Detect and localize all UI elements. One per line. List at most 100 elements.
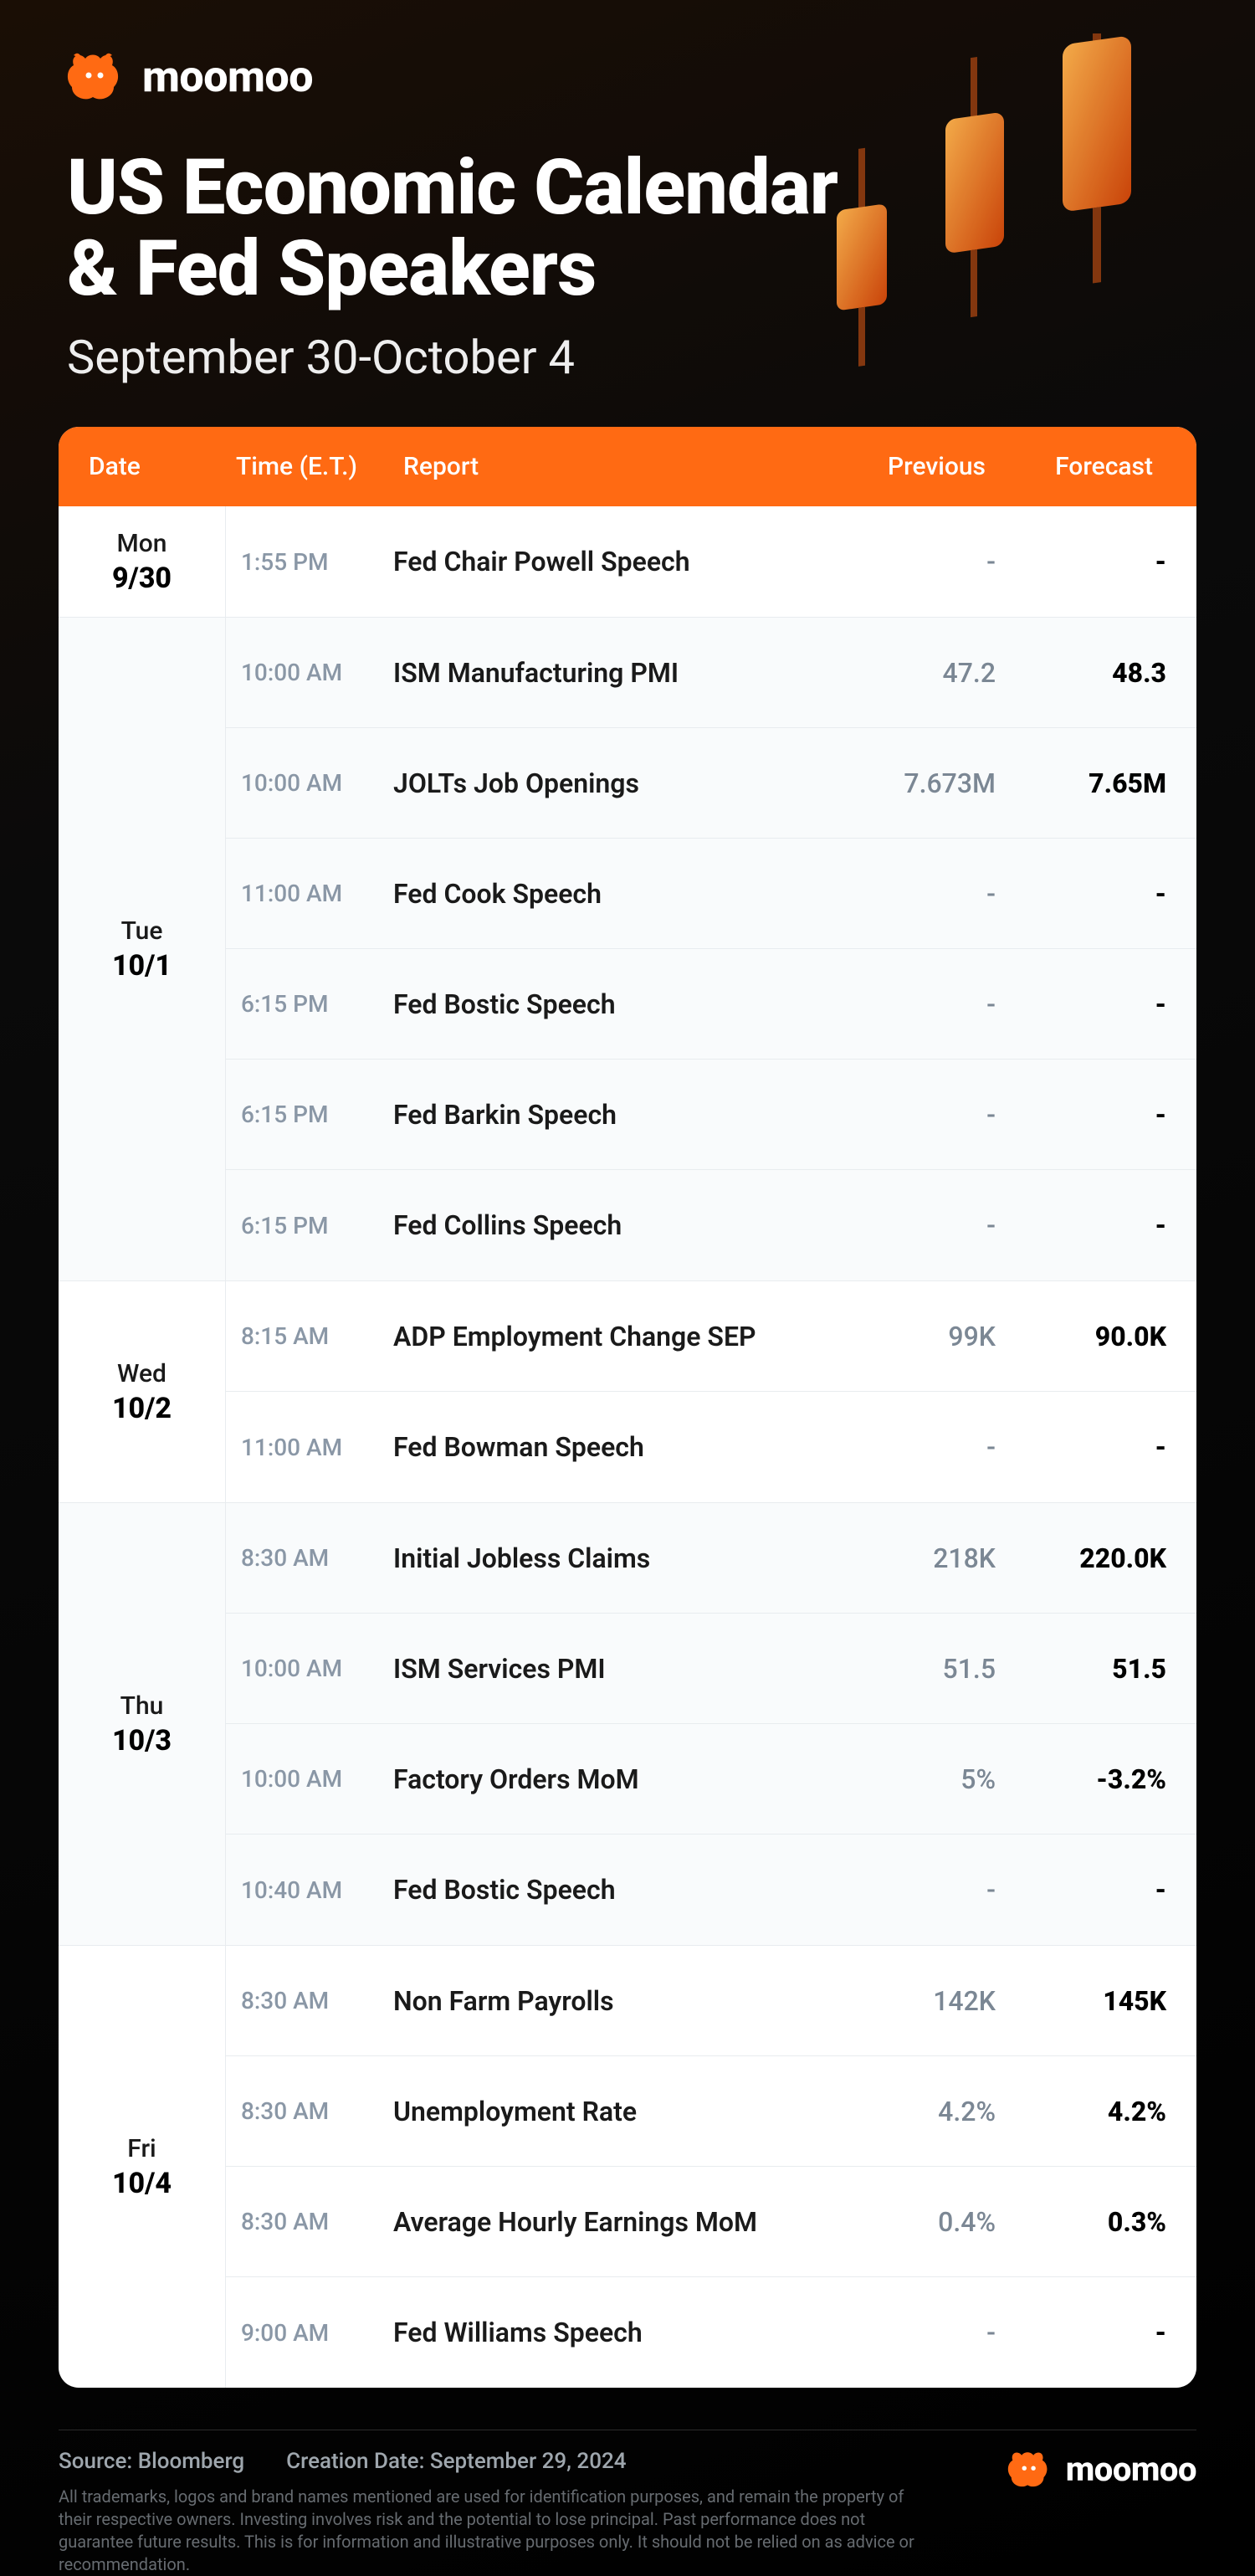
cell-time: 10:00 AM (226, 659, 393, 686)
col-forecast: Forecast (1009, 452, 1176, 481)
cell-forecast: 7.65M (1009, 767, 1176, 799)
cell-previous: 4.2% (842, 2096, 1009, 2127)
table-header: Date Time (E.T.) Report Previous Forecas… (59, 427, 1196, 506)
day-date: 10/1 (112, 949, 172, 983)
cell-time: 6:15 PM (226, 1101, 393, 1128)
day-date: 9/30 (112, 562, 172, 595)
table-row: 1:55 PMFed Chair Powell Speech-- (226, 506, 1196, 617)
day-name: Wed (117, 1359, 166, 1388)
moomoo-icon (1007, 2449, 1054, 2489)
cell-previous: 0.4% (842, 2206, 1009, 2238)
cell-previous: - (842, 878, 1009, 910)
cell-forecast: 0.3% (1009, 2206, 1176, 2238)
date-range: September 30-October 4 (67, 330, 1188, 385)
day-name: Thu (120, 1691, 164, 1721)
day-name: Tue (121, 916, 163, 946)
cell-forecast: - (1009, 1209, 1176, 1241)
day-date: 10/3 (112, 1724, 172, 1758)
cell-forecast: - (1009, 2317, 1176, 2348)
cell-time: 9:00 AM (226, 2319, 393, 2347)
cell-previous: 99K (842, 1321, 1009, 1352)
page-title: US Economic Calendar & Fed Speakers (67, 148, 1188, 310)
col-previous: Previous (842, 452, 1009, 481)
table-row: 8:30 AMAverage Hourly Earnings MoM0.4%0.… (226, 2167, 1196, 2277)
cell-forecast: - (1009, 878, 1176, 910)
table-row: 8:15 AMADP Employment Change SEP99K90.0K (226, 1281, 1196, 1392)
cell-previous: - (842, 1099, 1009, 1131)
date-cell: Thu10/3 (59, 1503, 226, 1945)
cell-time: 10:00 AM (226, 1765, 393, 1793)
cell-previous: - (842, 1431, 1009, 1463)
cell-forecast: - (1009, 546, 1176, 577)
col-report: Report (393, 452, 842, 481)
cell-time: 11:00 AM (226, 1434, 393, 1461)
table-row: 8:30 AMNon Farm Payrolls142K145K (226, 1946, 1196, 2056)
table-row: 10:40 AMFed Bostic Speech-- (226, 1835, 1196, 1945)
cell-report: Fed Bowman Speech (393, 1431, 842, 1463)
disclaimer: All trademarks, logos and brand names me… (59, 2486, 937, 2576)
cell-time: 6:15 PM (226, 1212, 393, 1239)
day-rows: 8:30 AMNon Farm Payrolls142K145K8:30 AMU… (226, 1946, 1196, 2388)
cell-report: ISM Manufacturing PMI (393, 657, 842, 689)
cell-report: JOLTs Job Openings (393, 767, 842, 799)
day-rows: 1:55 PMFed Chair Powell Speech-- (226, 506, 1196, 617)
date-cell: Wed 10/2 (59, 1281, 226, 1502)
cell-previous: 5% (842, 1763, 1009, 1795)
cell-time: 8:30 AM (226, 1987, 393, 2014)
day-group: Fri10/48:30 AMNon Farm Payrolls142K145K8… (59, 1946, 1196, 2388)
cell-forecast: 4.2% (1009, 2096, 1176, 2127)
cell-time: 6:15 PM (226, 990, 393, 1018)
cell-forecast: - (1009, 1099, 1176, 1131)
moomoo-icon (67, 50, 127, 102)
cell-forecast: 145K (1009, 1985, 1176, 2017)
day-group: Mon9/301:55 PMFed Chair Powell Speech-- (59, 506, 1196, 618)
page: moomoo US Economic Calendar & Fed Speake… (0, 0, 1255, 2576)
col-date: Date (59, 452, 226, 481)
brand-name: moomoo (142, 51, 313, 102)
cell-forecast: - (1009, 1874, 1176, 1906)
table-row: 10:00 AMISM Services PMI51.551.5 (226, 1614, 1196, 1724)
cell-previous: 142K (842, 1985, 1009, 2017)
footer: Source: Bloomberg Creation Date: Septemb… (59, 2430, 1196, 2576)
brand-logo: moomoo (67, 50, 1188, 102)
table-row: 11:00 AMFed Bowman Speech-- (226, 1392, 1196, 1502)
cell-previous: - (842, 988, 1009, 1020)
cell-time: 8:30 AM (226, 1544, 393, 1572)
cell-report: Non Farm Payrolls (393, 1985, 842, 2017)
cell-time: 10:00 AM (226, 1655, 393, 1682)
day-date: 10/2 (112, 1392, 172, 1425)
day-name: Fri (127, 2134, 156, 2163)
cell-report: Fed Collins Speech (393, 1209, 842, 1241)
title-line1: US Economic Calendar (67, 143, 838, 233)
cell-report: Fed Cook Speech (393, 878, 842, 910)
cell-report: Factory Orders MoM (393, 1763, 842, 1795)
cell-forecast: 220.0K (1009, 1542, 1176, 1574)
day-group: Wed 10/2 8:15 AMADP Employment Change SEP9… (59, 1281, 1196, 1503)
date-cell: Fri 10/4 (59, 1946, 226, 2388)
cell-report: Average Hourly Earnings MoM (393, 2206, 842, 2238)
cell-previous: - (842, 1209, 1009, 1241)
table-row: 8:30 AMUnemployment Rate4.2%4.2% (226, 2056, 1196, 2167)
cell-time: 10:40 AM (226, 1876, 393, 1904)
cell-previous: 7.673M (842, 767, 1009, 799)
table-row: 10:00 AMFactory Orders MoM5%-3.2% (226, 1724, 1196, 1835)
cell-report: Fed Barkin Speech (393, 1099, 842, 1131)
cell-time: 8:30 AM (226, 2097, 393, 2125)
cell-previous: - (842, 1874, 1009, 1906)
cell-time: 10:00 AM (226, 769, 393, 797)
day-rows: 8:30 AMInitial Jobless Claims218K220.0K1… (226, 1503, 1196, 1945)
date-cell: Tue10/1 (59, 618, 226, 1280)
cell-previous: 47.2 (842, 657, 1009, 689)
creation-date: Creation Date: September 29, 2024 (286, 2449, 626, 2474)
cell-forecast: 90.0K (1009, 1321, 1176, 1352)
cell-forecast: 48.3 (1009, 657, 1176, 689)
footer-brand: moomoo (962, 2449, 1196, 2489)
date-cell: Mon9/30 (59, 506, 226, 617)
cell-report: ADP Employment Change SEP (393, 1321, 842, 1352)
table-row: 11:00 AMFed Cook Speech-- (226, 839, 1196, 949)
cell-previous: - (842, 546, 1009, 577)
day-date: 10/4 (112, 2167, 172, 2200)
brand-name: moomoo (1066, 2450, 1196, 2489)
table-row: 6:15 PMFed Barkin Speech-- (226, 1060, 1196, 1170)
cell-report: Fed Chair Powell Speech (393, 546, 842, 577)
